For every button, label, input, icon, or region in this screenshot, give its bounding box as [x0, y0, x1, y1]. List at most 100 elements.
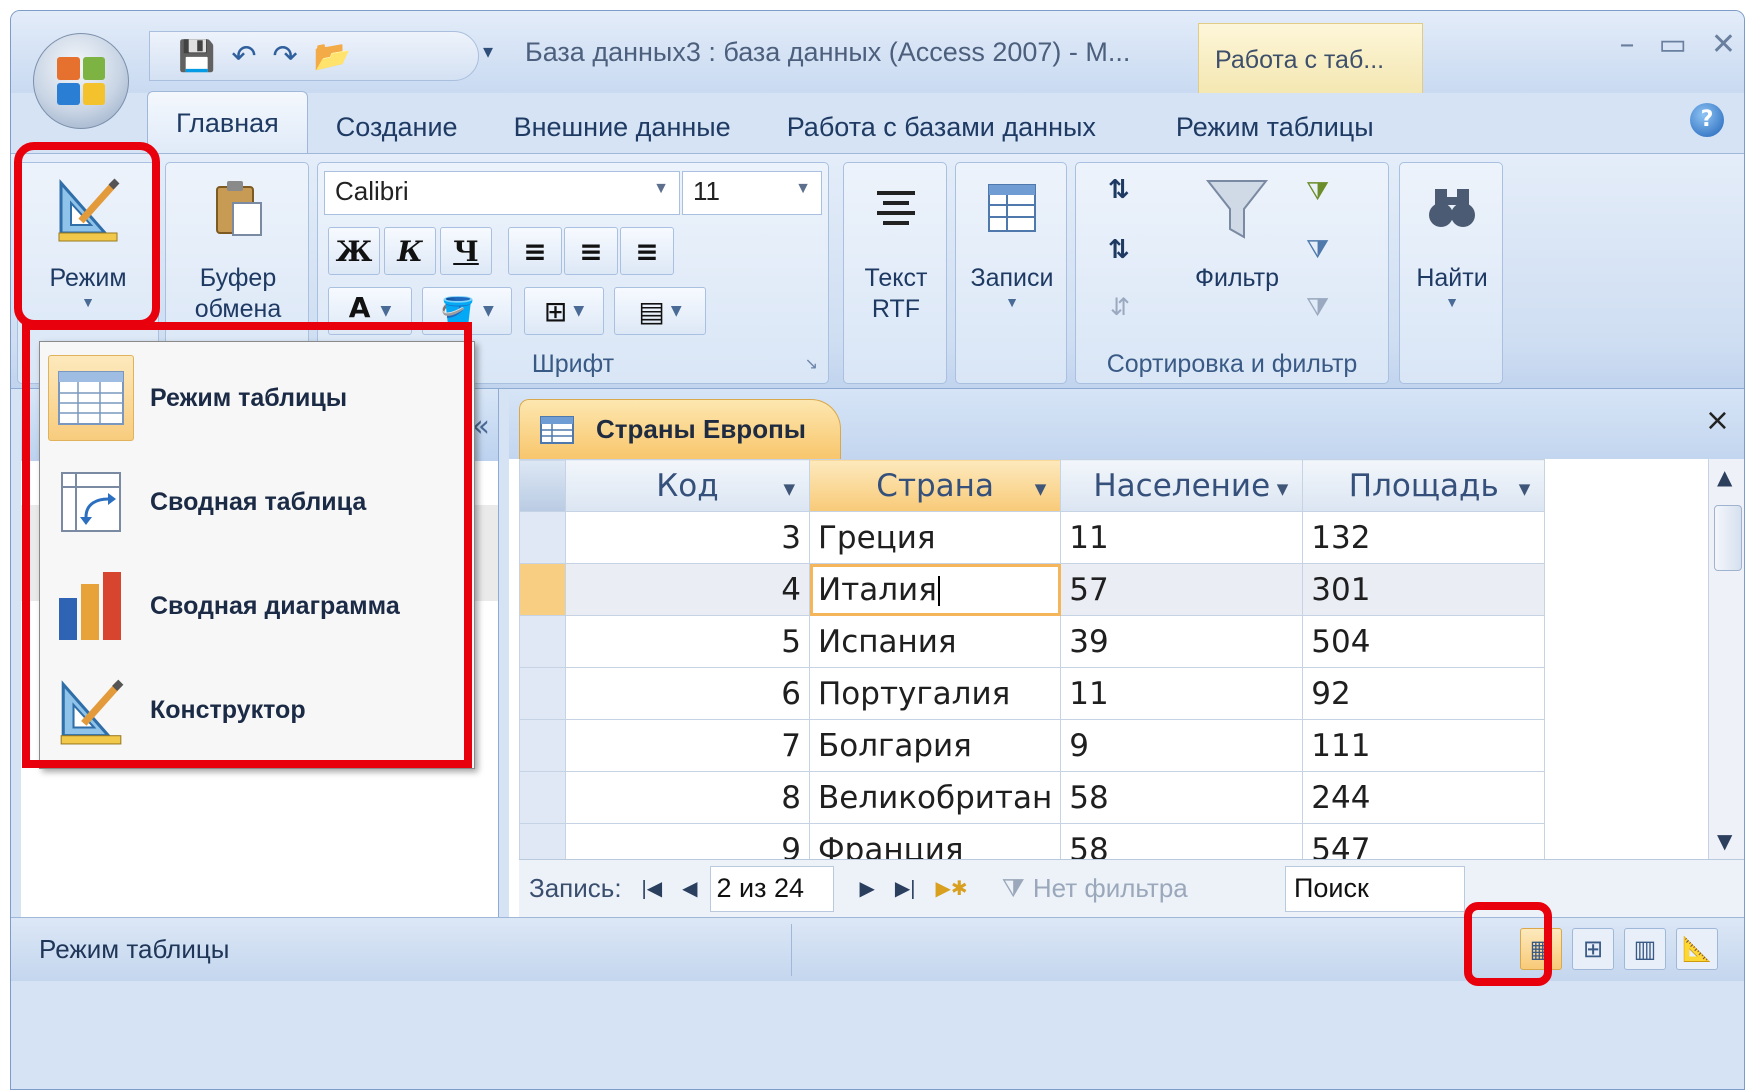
cell-area[interactable]: 132 — [1302, 511, 1546, 564]
cell-code[interactable]: 6 — [565, 667, 810, 720]
tab-home[interactable]: Главная — [147, 91, 308, 155]
column-header-population[interactable]: Население ▼ — [1060, 459, 1304, 512]
selection-filter-icon[interactable]: ⧩ — [1306, 177, 1329, 208]
clipboard-button[interactable]: Буфер обмена — [166, 173, 310, 326]
font-size-select[interactable]: 11 ▼ — [682, 171, 822, 215]
font-name-select[interactable]: Calibri ▼ — [324, 171, 680, 215]
row-selector[interactable] — [519, 615, 566, 668]
bold-button[interactable]: Ж — [328, 227, 380, 275]
chevron-down-icon: ▼ — [1276, 480, 1289, 498]
align-right-button[interactable]: ≡ — [620, 227, 674, 275]
column-header-code[interactable]: Код ▼ — [565, 459, 810, 512]
row-selector[interactable] — [519, 511, 566, 564]
cell-code[interactable]: 7 — [565, 719, 810, 772]
current-record-input[interactable]: 2 из 24 — [709, 865, 834, 912]
next-record-icon[interactable]: ▶ — [860, 876, 875, 901]
cell-area[interactable]: 111 — [1302, 719, 1546, 772]
find-label: Найти — [1416, 264, 1488, 292]
cell-population[interactable]: 9 — [1060, 719, 1304, 772]
tab-external-data[interactable]: Внешние данные — [486, 112, 759, 155]
cell-code[interactable]: 8 — [565, 771, 810, 824]
italic-button[interactable]: К — [384, 227, 436, 275]
cell-population[interactable]: 57 — [1060, 563, 1304, 616]
pivot-table-view-button[interactable]: ⊞ — [1572, 928, 1614, 970]
search-input[interactable]: Поиск — [1285, 866, 1465, 912]
cell-population[interactable]: 39 — [1060, 615, 1304, 668]
scroll-down-icon[interactable]: ▼ — [1717, 829, 1732, 853]
advanced-filter-icon[interactable]: ⧩ — [1306, 235, 1329, 266]
row-selector[interactable] — [519, 719, 566, 772]
cell-code[interactable]: 3 — [565, 511, 810, 564]
select-all-cell[interactable] — [519, 459, 566, 512]
cell-area[interactable]: 504 — [1302, 615, 1546, 668]
open-folder-icon[interactable]: 📂 — [314, 39, 351, 74]
cell-code[interactable]: 5 — [565, 615, 810, 668]
vertical-scrollbar[interactable]: ▲ ▼ — [1708, 459, 1744, 859]
underline-button[interactable]: Ч — [440, 227, 492, 275]
filter-button[interactable]: Фильтр — [1172, 173, 1302, 294]
scroll-up-icon[interactable]: ▲ — [1717, 465, 1732, 489]
cell-code[interactable]: 4 — [565, 563, 810, 616]
cell-country-editing[interactable]: Италия — [808, 563, 1062, 616]
office-button[interactable] — [33, 33, 129, 129]
cell-population[interactable]: 11 — [1060, 511, 1304, 564]
cell-area[interactable]: 244 — [1302, 771, 1546, 824]
help-icon[interactable]: ? — [1690, 103, 1724, 137]
cell-area[interactable]: 301 — [1302, 563, 1546, 616]
cell-country[interactable]: Португалия — [808, 667, 1062, 720]
records-button[interactable]: Записи ▼ — [956, 173, 1068, 312]
sort-descending-icon[interactable]: ⇅ — [1108, 235, 1130, 265]
sort-ascending-icon[interactable]: ⇅ — [1108, 175, 1130, 205]
design-icon: 📐 — [1682, 935, 1712, 963]
align-center-icon: ≡ — [579, 234, 603, 268]
column-header-country[interactable]: Страна ▼ — [808, 459, 1062, 512]
new-record-icon[interactable]: ▶✱ — [935, 876, 967, 901]
minimize-icon[interactable]: – — [1620, 27, 1635, 62]
close-document-icon[interactable]: × — [1705, 403, 1730, 438]
no-filter-indicator[interactable]: ⧩ Нет фильтра — [1002, 873, 1188, 905]
redo-icon[interactable]: ↷ — [273, 39, 298, 74]
toggle-filter-icon[interactable]: ⧩ — [1306, 293, 1329, 324]
cell-population[interactable]: 11 — [1060, 667, 1304, 720]
gridlines-button[interactable]: ⊞ ▼ — [524, 287, 604, 335]
align-center-button[interactable]: ≡ — [564, 227, 618, 275]
gridlines-icon: ⊞ — [543, 294, 568, 328]
pivot-chart-view-button[interactable]: ▥ — [1624, 928, 1666, 970]
first-record-icon[interactable]: |◀ — [642, 876, 663, 901]
clear-sort-icon[interactable]: ⇵ — [1110, 293, 1130, 321]
table-row: 3 Греция 11 132 — [519, 511, 1546, 564]
close-icon[interactable]: ✕ — [1711, 27, 1736, 62]
cell-country[interactable]: Греция — [808, 511, 1062, 564]
tab-database-tools[interactable]: Работа с базами данных — [759, 112, 1124, 155]
align-left-button[interactable]: ≡ — [508, 227, 562, 275]
highlight-mode-button — [14, 142, 160, 328]
previous-record-icon[interactable]: ◀ — [682, 876, 697, 901]
design-view-button[interactable]: 📐 — [1676, 928, 1718, 970]
cell-country[interactable]: Великобритан — [808, 771, 1062, 824]
save-icon[interactable]: 💾 — [178, 39, 215, 74]
column-header-area[interactable]: Площадь ▼ — [1302, 459, 1546, 512]
cell-population[interactable]: 58 — [1060, 771, 1304, 824]
document-tab-strip: Страны Европы × — [509, 389, 1744, 459]
rich-text-button[interactable]: Текст RTF — [844, 173, 948, 326]
undo-icon[interactable]: ↶ — [231, 39, 256, 74]
row-selector[interactable] — [519, 667, 566, 720]
last-record-icon[interactable]: ▶| — [895, 876, 916, 901]
find-button[interactable]: Найти ▼ — [1400, 173, 1504, 312]
tab-datasheet[interactable]: Режим таблицы — [1148, 112, 1402, 155]
alternate-fill-button[interactable]: ▤ ▼ — [614, 287, 706, 335]
tab-create[interactable]: Создание — [308, 112, 486, 155]
row-selector[interactable] — [519, 771, 566, 824]
row-selector[interactable] — [519, 563, 566, 616]
scroll-thumb[interactable] — [1714, 505, 1742, 571]
dialog-launcher-icon[interactable]: ↘ — [805, 354, 818, 373]
customize-qat-icon[interactable]: ▾ — [483, 39, 493, 63]
document-tab[interactable]: Страны Европы — [519, 399, 841, 459]
cell-country[interactable]: Испания — [808, 615, 1062, 668]
cell-country[interactable]: Болгария — [808, 719, 1062, 772]
window-title: База данных3 : база данных (Access 2007)… — [525, 37, 1131, 67]
chevron-down-icon: ▼ — [670, 303, 682, 319]
cell-area[interactable]: 92 — [1302, 667, 1546, 720]
record-navigation-bar: Запись: |◀ ◀ 2 из 24 ▶ ▶| ▶✱ ⧩ Нет фильт… — [519, 859, 1744, 917]
maximize-icon[interactable]: ▭ — [1659, 27, 1687, 62]
